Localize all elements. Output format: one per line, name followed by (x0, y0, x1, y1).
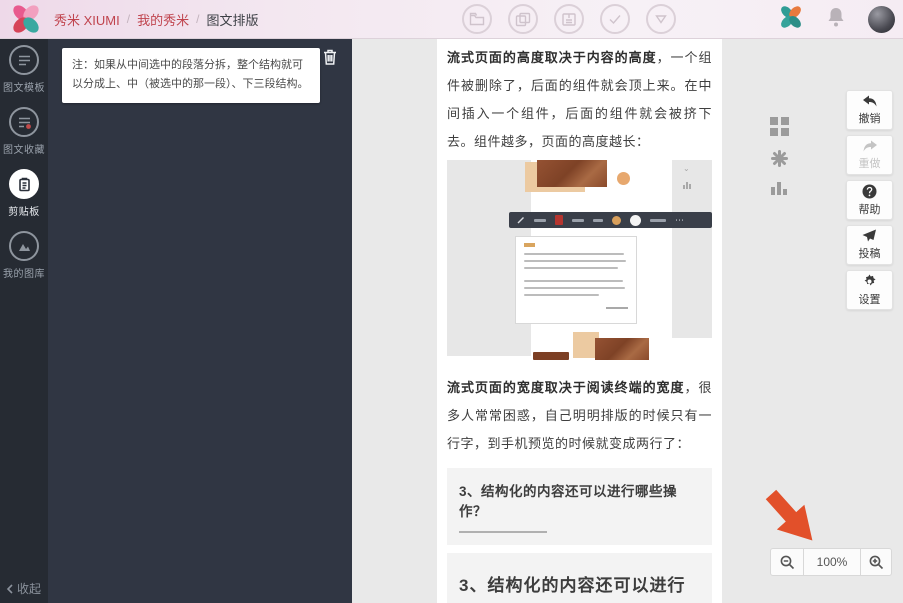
settings-button[interactable]: 设置 (846, 270, 893, 310)
template-icon (9, 45, 39, 75)
right-action-toolbar: 撤销 重做 帮助 投稿 设置 (846, 90, 893, 315)
section-heading-small[interactable]: 3、结构化的内容还可以进行哪些操作？ (447, 468, 712, 545)
figure-red-badge (555, 215, 563, 225)
dropdown-icon[interactable] (646, 4, 676, 34)
collapse-panel-button[interactable]: 收起 (6, 580, 41, 597)
paragraph-flow-width[interactable]: 流式页面的宽度取决于阅读终端的宽度，很多人常常困惑，自己明明排版的时候只有一行字… (447, 374, 712, 458)
zoom-in-icon[interactable] (860, 548, 892, 576)
clipboard-icon (9, 169, 39, 199)
paper-plane-icon (862, 229, 877, 243)
breadcrumb-separator: / (127, 12, 130, 26)
clipboard-note-card[interactable]: 注：如果从中间选中的段落分拆，整个结构就可以分成上、中（被选中的那一段）、下三段… (62, 48, 320, 103)
button-label: 帮助 (859, 201, 881, 217)
sidebar-item-label: 图文收藏 (3, 141, 45, 156)
sidebar-item-templates[interactable]: 图文模板 (0, 38, 48, 100)
left-icon-rail: 图文模板 图文收藏 剪贴板 我的图库 收起 (0, 38, 48, 603)
xiumi-logo-icon[interactable] (10, 3, 42, 35)
figure-color-swatch-white (630, 215, 641, 226)
xiumi-mini-logo-icon[interactable] (778, 4, 804, 35)
breadcrumb: 秀米 XIUMI / 我的秀米 / 图文排版 (54, 0, 258, 38)
button-label: 设置 (859, 291, 881, 307)
header-action-icons (462, 4, 676, 34)
redo-button[interactable]: 重做 (846, 135, 893, 175)
canvas-side-tools (766, 116, 792, 196)
undo-icon (862, 95, 878, 108)
figure-photo-top (537, 160, 607, 187)
figure-photo-strip (533, 352, 569, 360)
header-right-group (778, 0, 895, 38)
breadcrumb-separator: / (196, 12, 199, 26)
figure-mini-glyph: ⌄ (683, 164, 690, 173)
figure-toolbar: ⋯ (509, 212, 712, 228)
favorites-icon (9, 107, 39, 137)
asterisk-icon[interactable] (771, 150, 788, 167)
figure-color-swatch-orange (612, 216, 621, 225)
section-heading-large[interactable]: 3、结构化的内容还可以进行哪些操作？ (447, 553, 712, 603)
chevron-left-icon (6, 584, 13, 594)
check-icon[interactable] (600, 4, 630, 34)
button-label: 重做 (859, 155, 881, 171)
redo-icon (862, 140, 878, 153)
button-label: 撤销 (859, 110, 881, 126)
submit-button[interactable]: 投稿 (846, 225, 893, 265)
paragraph-bold-lead: 流式页面的宽度取决于阅读终端的宽度 (447, 380, 685, 395)
article-page[interactable]: 流式页面的高度取决于内容的高度，一个组件被删除了，后面的组件就会顶上来。在中间插… (437, 38, 722, 603)
user-avatar[interactable] (868, 6, 895, 33)
breadcrumb-brand[interactable]: 秀米 XIUMI (54, 10, 120, 29)
paragraph-bold-lead: 流式页面的高度取决于内容的高度 (447, 50, 657, 65)
zoom-level[interactable]: 100% (804, 548, 860, 576)
trash-icon[interactable] (322, 48, 340, 68)
figure-photo-bottom (595, 338, 649, 360)
gear-icon (862, 274, 877, 289)
undo-button[interactable]: 撤销 (846, 90, 893, 130)
collapse-label: 收起 (17, 580, 41, 597)
clipboard-panel: 注：如果从中间选中的段落分拆，整个结构就可以分成上、中（被选中的那一段）、下三段… (48, 38, 352, 603)
sidebar-item-gallery[interactable]: 我的图库 (0, 224, 48, 286)
help-icon (862, 184, 877, 199)
embedded-screenshot-image[interactable]: ⌄ ⋯ (447, 160, 712, 360)
note-text: 注：如果从中间选中的段落分拆，整个结构就可以分成上、中（被选中的那一段）、下三段… (72, 59, 309, 90)
grid-icon[interactable] (769, 116, 790, 137)
breadcrumb-my-xiumi[interactable]: 我的秀米 (137, 10, 189, 29)
sidebar-item-favorites[interactable]: 图文收藏 (0, 100, 48, 162)
section-underline (459, 531, 547, 533)
breadcrumb-current-page: 图文排版 (206, 10, 258, 29)
button-label: 投稿 (859, 245, 881, 261)
figure-orange-dot (617, 172, 630, 185)
sidebar-item-label: 剪贴板 (8, 203, 40, 218)
zoom-level-value: 100% (817, 555, 848, 569)
sidebar-item-label: 图文模板 (3, 79, 45, 94)
pages-icon[interactable] (508, 4, 538, 34)
section-title: 3、结构化的内容还可以进行哪些操作？ (459, 569, 700, 603)
sidebar-item-label: 我的图库 (3, 265, 45, 280)
top-header: 秀米 XIUMI / 我的秀米 / 图文排版 (0, 0, 903, 39)
figure-mini-chart-icon (683, 182, 691, 189)
figure-pencil-icon (517, 216, 525, 224)
section-title: 3、结构化的内容还可以进行哪些操作？ (459, 480, 700, 520)
gallery-icon (9, 231, 39, 261)
figure-quote-box (515, 236, 637, 324)
paragraph-flow-height[interactable]: 流式页面的高度取决于内容的高度，一个组件被删除了，后面的组件就会顶上来。在中间插… (447, 44, 712, 156)
bell-icon[interactable] (826, 6, 846, 33)
sidebar-item-clipboard[interactable]: 剪贴板 (0, 162, 48, 224)
folder-icon[interactable] (462, 4, 492, 34)
help-button[interactable]: 帮助 (846, 180, 893, 220)
export-icon[interactable] (554, 4, 584, 34)
figure-right-panel (672, 160, 712, 338)
chart-icon[interactable] (770, 180, 788, 196)
